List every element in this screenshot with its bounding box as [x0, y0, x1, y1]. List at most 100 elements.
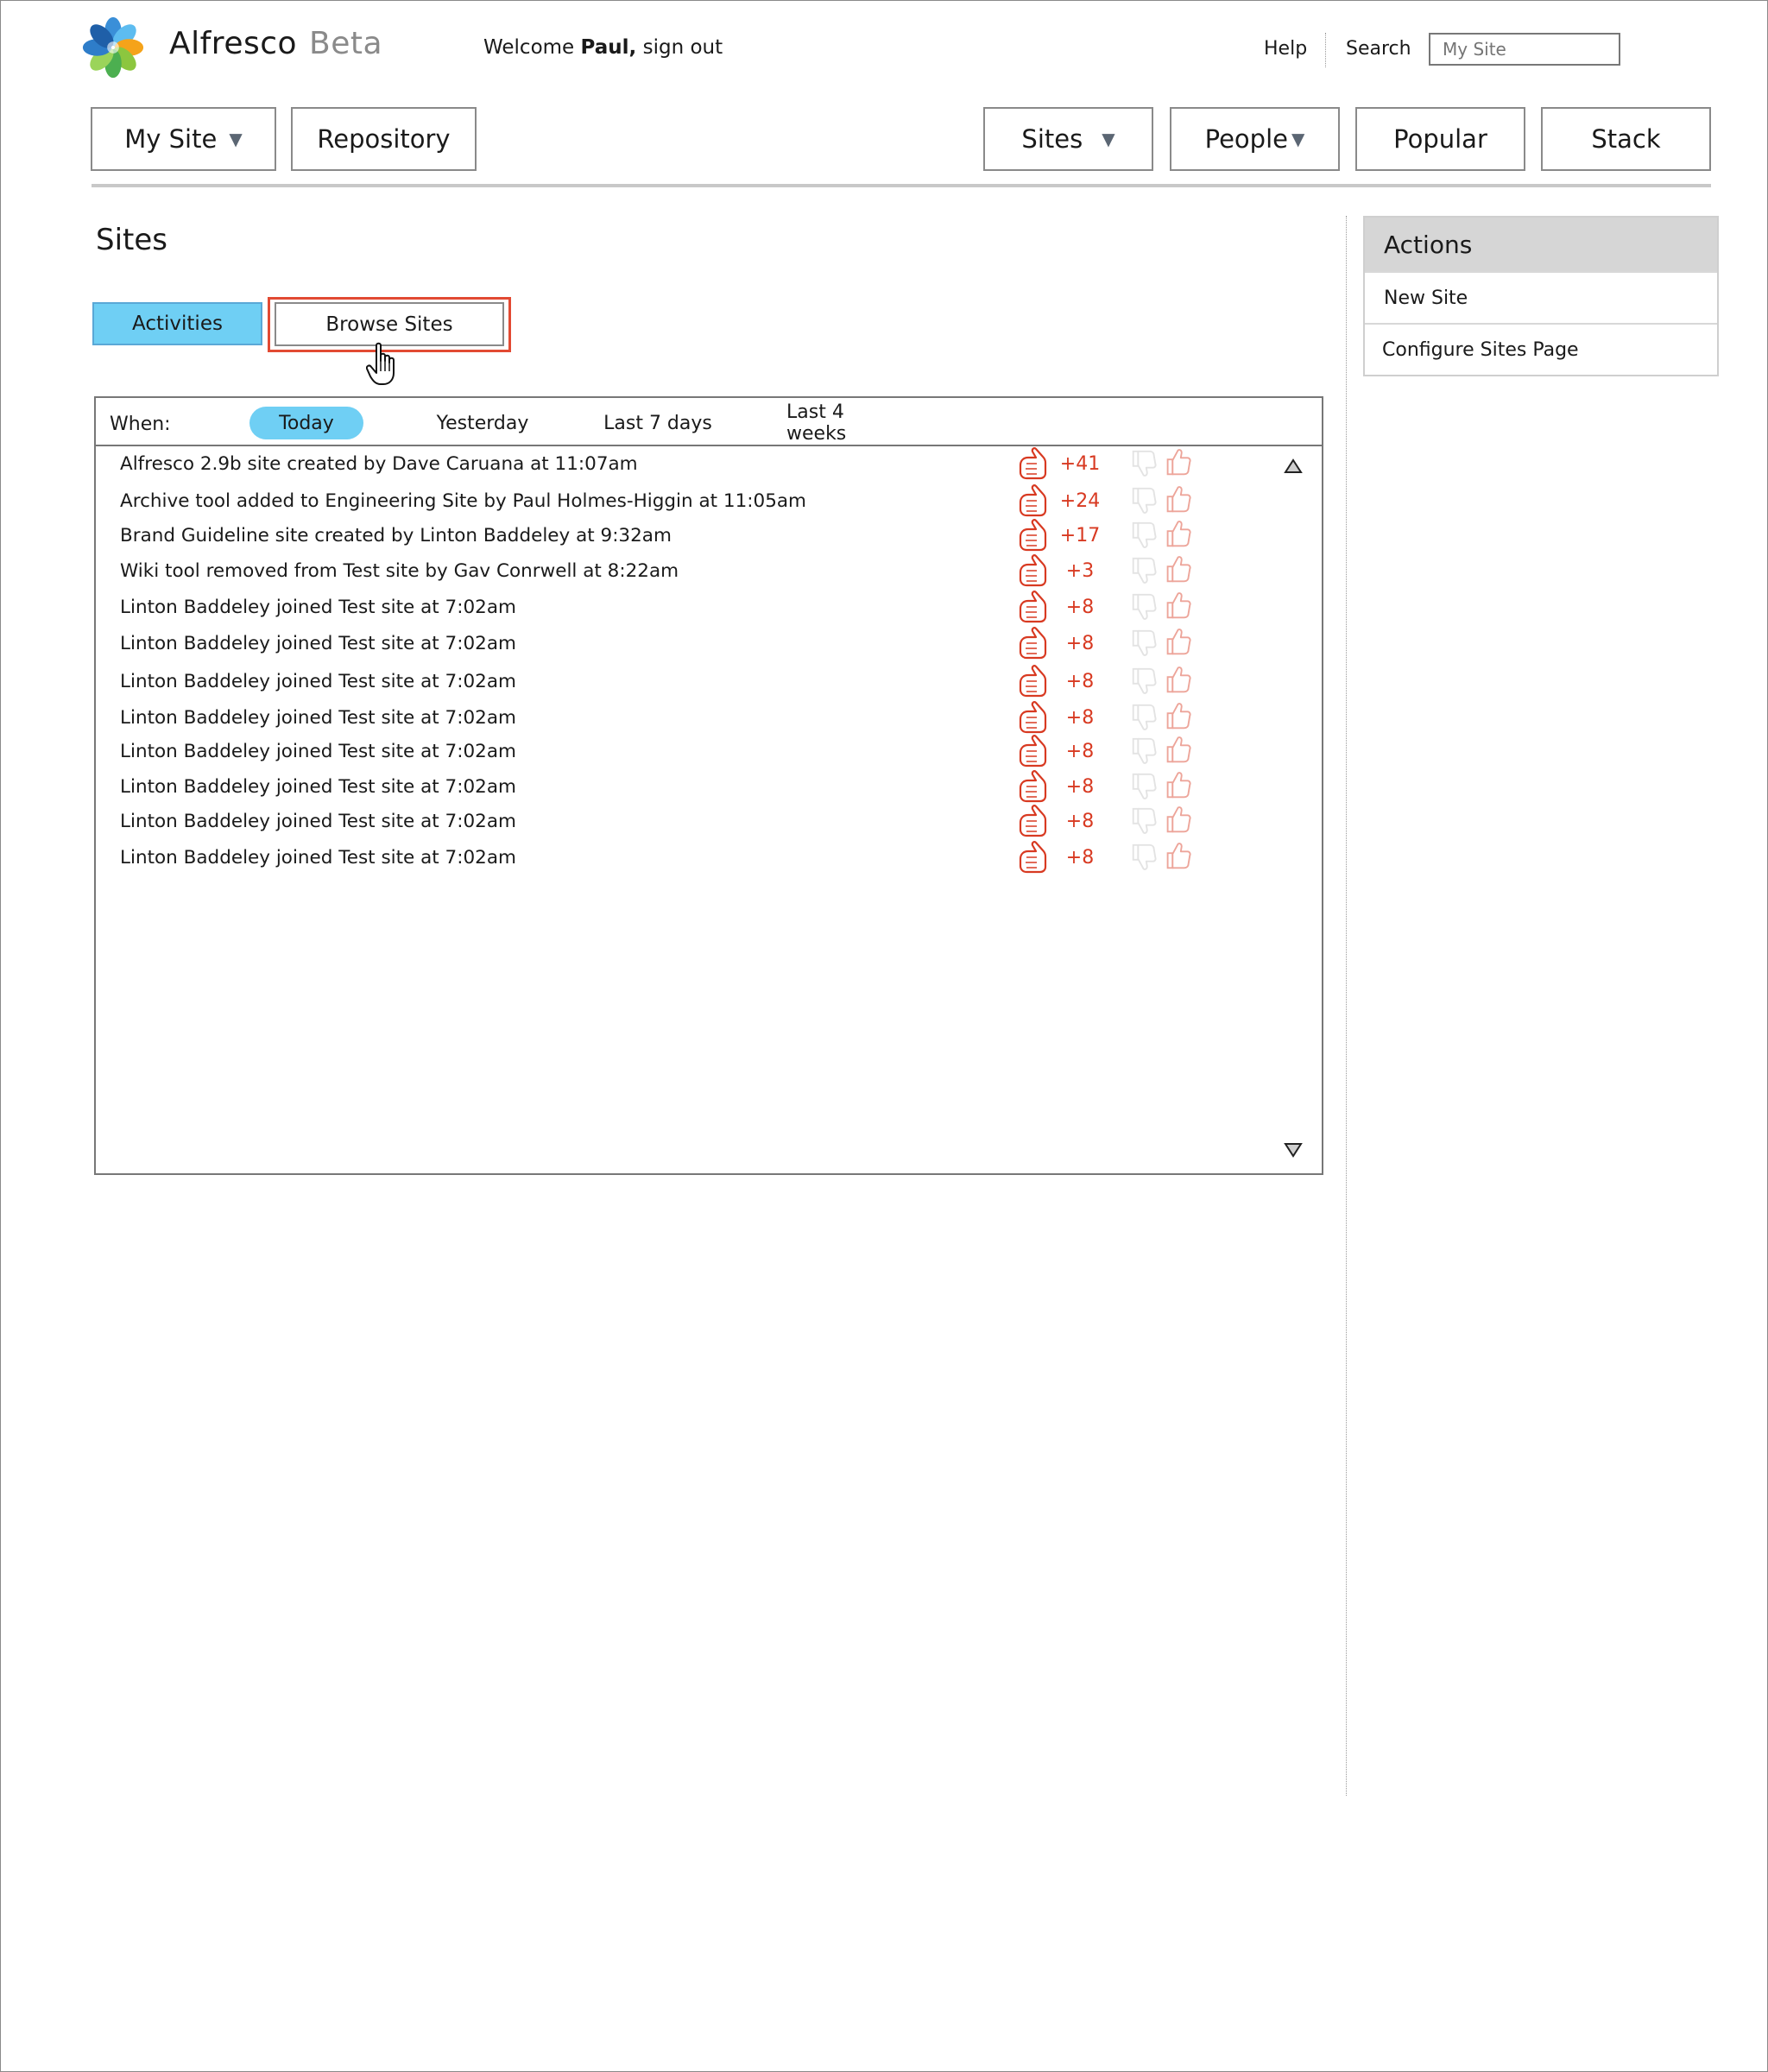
vote-score: +8 [1065, 633, 1095, 654]
alfresco-logo-icon[interactable] [79, 14, 147, 81]
activity-row: Wiki tool removed from Test site by Gav … [96, 553, 1287, 588]
when-filter-bar: When: Today Yesterday Last 7 days Last 4… [96, 398, 1322, 446]
nav-repository-label: Repository [317, 124, 451, 154]
activity-row: Linton Baddeley joined Test site at 7:02… [96, 734, 1287, 768]
thumbs-up-icon[interactable] [1161, 734, 1194, 767]
nav-sites-button[interactable]: Sites ▼ [983, 107, 1153, 171]
scroll-down-icon[interactable] [1284, 1142, 1303, 1158]
activity-row: Linton Baddeley joined Test site at 7:02… [96, 840, 1287, 875]
page-title: Sites [96, 223, 167, 257]
thumbs-up-icon[interactable] [1161, 664, 1194, 697]
hand-pointing-icon [1019, 735, 1047, 768]
activity-row: Linton Baddeley joined Test site at 7:02… [96, 769, 1287, 804]
brand-title: Alfresco Beta [169, 26, 382, 61]
activity-panel: When: Today Yesterday Last 7 days Last 4… [94, 396, 1323, 1175]
thumbs-up-icon[interactable] [1161, 518, 1194, 551]
thumbs-up-icon[interactable] [1161, 483, 1194, 516]
nav-people-button[interactable]: People ▼ [1170, 107, 1340, 171]
hand-pointing-icon [1019, 591, 1047, 623]
activity-text: Linton Baddeley joined Test site at 7:02… [120, 741, 516, 762]
brand-suffix: Beta [309, 26, 383, 61]
activity-row: Linton Baddeley joined Test site at 7:02… [96, 626, 1287, 660]
thumbs-up-icon[interactable] [1161, 446, 1194, 479]
activity-text: Linton Baddeley joined Test site at 7:02… [120, 597, 516, 618]
thumbs-down-icon[interactable] [1128, 771, 1159, 802]
hand-pointing-icon [1019, 665, 1047, 698]
vote-score: +8 [1065, 707, 1095, 729]
activity-text: Linton Baddeley joined Test site at 7:02… [120, 707, 516, 729]
vote-score: +8 [1065, 671, 1095, 692]
chevron-down-icon: ▼ [1102, 129, 1115, 149]
brand-name: Alfresco [169, 26, 298, 61]
thumbs-down-icon[interactable] [1128, 448, 1159, 479]
tab-activities[interactable]: Activities [92, 302, 262, 345]
activity-text: Alfresco 2.9b site created by Dave Carua… [120, 453, 638, 475]
configure-sites-page-link[interactable]: Configure Sites Page [1365, 323, 1717, 375]
nav-my-site-button[interactable]: My Site ▼ [91, 107, 276, 171]
activity-row: Archive tool added to Engineering Site b… [96, 483, 1287, 518]
nav-popular-button[interactable]: Popular [1355, 107, 1525, 171]
activity-row: Linton Baddeley joined Test site at 7:02… [96, 700, 1287, 735]
search-input[interactable] [1429, 33, 1620, 66]
thumbs-down-icon[interactable] [1128, 736, 1159, 767]
thumbs-up-icon[interactable] [1161, 553, 1194, 586]
user-name: Paul, [580, 36, 637, 59]
hand-pointing-icon [1019, 805, 1047, 837]
actions-sidebar: Actions New Site Configure Sites Page [1363, 216, 1719, 376]
header-separator [1325, 33, 1326, 67]
filter-yesterday[interactable]: Yesterday [431, 407, 534, 439]
new-site-link[interactable]: New Site [1365, 271, 1717, 323]
thumbs-up-icon[interactable] [1161, 840, 1194, 873]
nav-popular-label: Popular [1393, 124, 1487, 154]
filter-last-4-weeks[interactable]: Last 4 weeks [786, 401, 907, 445]
thumbs-down-icon[interactable] [1128, 555, 1159, 586]
thumbs-down-icon[interactable] [1128, 520, 1159, 551]
thumbs-down-icon[interactable] [1128, 628, 1159, 659]
thumbs-up-icon[interactable] [1161, 700, 1194, 733]
welcome-prefix: Welcome [483, 36, 575, 59]
vote-score: +17 [1059, 525, 1101, 546]
activity-text: Linton Baddeley joined Test site at 7:02… [120, 776, 516, 798]
vote-score: +3 [1065, 560, 1095, 582]
chevron-down-icon: ▼ [1291, 129, 1305, 149]
hand-pointing-icon [1019, 554, 1047, 587]
thumbs-up-icon[interactable] [1161, 590, 1194, 622]
chevron-down-icon: ▼ [229, 129, 243, 149]
thumbs-up-icon[interactable] [1161, 769, 1194, 802]
vote-score: +8 [1065, 811, 1095, 832]
thumbs-down-icon[interactable] [1128, 591, 1159, 622]
activity-text: Linton Baddeley joined Test site at 7:02… [120, 811, 516, 832]
nav-my-site-label: My Site [124, 124, 218, 154]
filter-last-7-days[interactable]: Last 7 days [602, 407, 714, 439]
thumbs-down-icon[interactable] [1128, 702, 1159, 733]
activity-row: Linton Baddeley joined Test site at 7:02… [96, 664, 1287, 698]
when-label: When: [110, 414, 171, 435]
vote-score: +8 [1065, 741, 1095, 762]
activity-text: Archive tool added to Engineering Site b… [120, 490, 806, 512]
vote-score: +24 [1059, 490, 1101, 512]
vote-score: +8 [1065, 597, 1095, 618]
thumbs-up-icon[interactable] [1161, 626, 1194, 659]
actions-title: Actions [1365, 218, 1717, 271]
help-link[interactable]: Help [1264, 38, 1307, 60]
nav-repository-button[interactable]: Repository [291, 107, 477, 171]
thumbs-down-icon[interactable] [1128, 666, 1159, 697]
thumbs-down-icon[interactable] [1128, 485, 1159, 516]
thumbs-down-icon[interactable] [1128, 805, 1159, 837]
activity-text: Linton Baddeley joined Test site at 7:02… [120, 671, 516, 692]
hand-pointing-icon [1019, 701, 1047, 734]
nav-sites-label: Sites [1021, 124, 1083, 154]
thumbs-down-icon[interactable] [1128, 842, 1159, 873]
vote-score: +8 [1065, 847, 1095, 869]
hand-pointing-icon [1019, 841, 1047, 874]
activity-row: Alfresco 2.9b site created by Dave Carua… [96, 446, 1287, 481]
nav-stack-button[interactable]: Stack [1541, 107, 1711, 171]
filter-today[interactable]: Today [249, 407, 363, 439]
sign-out-link[interactable]: sign out [643, 36, 723, 59]
nav-divider [92, 184, 1711, 187]
hand-pointing-icon [1019, 519, 1047, 552]
hand-cursor-icon [366, 342, 395, 385]
thumbs-up-icon[interactable] [1161, 804, 1194, 837]
tab-browse-sites[interactable]: Browse Sites [275, 302, 504, 346]
activity-row: Brand Guideline site created by Linton B… [96, 518, 1287, 553]
